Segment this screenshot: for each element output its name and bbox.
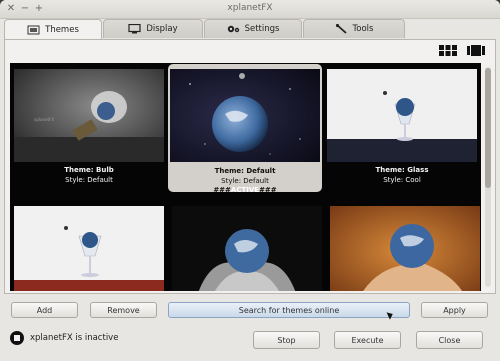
title-bar: ✕ − + xplanetFX — [0, 0, 500, 19]
status-area: xplanetFX is inactive — [10, 331, 118, 345]
tab-bar: Themes Display Settings Tools — [4, 19, 496, 39]
tools-icon — [335, 24, 347, 34]
theme-caption: Theme: Default Style: Default ###ACTIVE#… — [170, 167, 320, 196]
theme-preview-row2-2[interactable] — [172, 206, 322, 291]
status-stop-icon — [10, 331, 24, 345]
theme-name: Theme: Glass — [375, 166, 429, 174]
theme-preview-row2-1[interactable] — [14, 206, 164, 291]
tab-label: Settings — [244, 24, 280, 34]
theme-preview-default — [170, 69, 320, 162]
window-title: xplanetFX — [227, 3, 273, 13]
theme-preview-glass — [327, 69, 477, 162]
theme-style: Style: Default — [65, 175, 113, 184]
status-text: xplanetFX is inactive — [30, 333, 119, 343]
scrollbar-thumb[interactable] — [485, 68, 491, 188]
active-marker-suffix: ### — [259, 186, 277, 194]
active-marker: ###ACTIVE### — [170, 186, 320, 196]
theme-item-glass[interactable]: Theme: Glass Style: Cool — [327, 69, 477, 189]
themes-icon — [27, 25, 40, 34]
execute-button[interactable]: Execute — [334, 331, 401, 349]
theme-caption: Theme: Glass Style: Cool — [327, 166, 477, 185]
active-marker-label: ACTIVE — [230, 186, 260, 194]
tab-display[interactable]: Display — [103, 19, 203, 38]
settings-icon — [227, 25, 239, 33]
theme-item-bulb[interactable]: xplanetFX Theme: Bulb Style: Default — [14, 69, 164, 189]
theme-preview-bulb: xplanetFX — [14, 69, 164, 162]
tab-label: Themes — [45, 24, 79, 35]
tab-label: Display — [146, 24, 178, 34]
tab-settings[interactable]: Settings — [204, 19, 302, 38]
svg-text:xplanetFX: xplanetFX — [34, 117, 54, 122]
theme-name: Theme: Bulb — [64, 166, 114, 174]
monitor-icon — [128, 24, 141, 34]
grid-view-icon[interactable] — [439, 45, 457, 56]
theme-preview-row2-3[interactable] — [330, 206, 480, 291]
app-window: ✕ − + xplanetFX Themes Display Settings … — [0, 0, 500, 361]
search-themes-online-button[interactable]: Search for themes online — [168, 302, 410, 318]
stop-button[interactable]: Stop — [253, 331, 320, 349]
theme-style: Style: Cool — [383, 175, 421, 184]
theme-style: Style: Default — [221, 176, 269, 185]
tab-tools[interactable]: Tools — [303, 19, 405, 38]
theme-name: Theme: Default — [214, 167, 276, 175]
theme-item-default[interactable]: Theme: Default Style: Default ###ACTIVE#… — [168, 64, 322, 194]
list-view-icon[interactable] — [467, 45, 485, 56]
theme-caption: Theme: Bulb Style: Default — [14, 166, 164, 185]
active-marker-prefix: ### — [213, 186, 231, 194]
view-switcher — [439, 45, 485, 56]
close-button[interactable]: Close — [416, 331, 483, 349]
apply-button[interactable]: Apply — [421, 302, 488, 318]
tab-themes[interactable]: Themes — [4, 19, 102, 39]
theme-gallery[interactable]: xplanetFX Theme: Bulb Style: Default The… — [10, 63, 481, 291]
add-button[interactable]: Add — [11, 302, 78, 318]
remove-button[interactable]: Remove — [90, 302, 157, 318]
tab-label: Tools — [352, 24, 374, 34]
themes-panel: xplanetFX Theme: Bulb Style: Default The… — [4, 39, 496, 294]
